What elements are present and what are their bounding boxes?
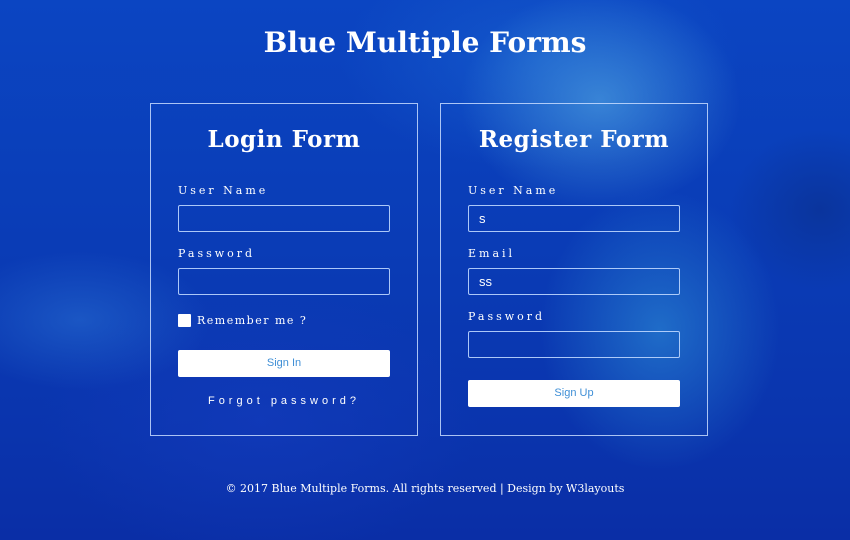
- login-password-input[interactable]: [178, 268, 390, 295]
- login-password-label: Password: [178, 247, 256, 260]
- register-form: Register Form User Name Email Password S…: [440, 103, 708, 436]
- register-username-label: User Name: [468, 184, 559, 197]
- remember-me-label: Remember me ?: [197, 314, 308, 327]
- footer-copyright: © 2017 Blue Multiple Forms. All rights r…: [225, 482, 625, 495]
- sign-in-button[interactable]: Sign In: [178, 350, 390, 377]
- sign-up-button[interactable]: Sign Up: [468, 380, 680, 407]
- register-email-label: Email: [468, 247, 516, 260]
- register-password-input[interactable]: [468, 331, 680, 358]
- login-form: Login Form User Name Password Remember m…: [150, 103, 418, 436]
- register-email-input[interactable]: [468, 268, 680, 295]
- forgot-password-link[interactable]: Forgot password?: [151, 395, 417, 407]
- register-password-label: Password: [468, 310, 546, 323]
- remember-me-row[interactable]: Remember me ?: [178, 314, 307, 327]
- register-username-input[interactable]: [468, 205, 680, 232]
- page-title: Blue Multiple Forms: [263, 26, 587, 59]
- remember-me-checkbox[interactable]: [178, 314, 191, 327]
- login-username-label: User Name: [178, 184, 269, 197]
- login-form-title: Login Form: [207, 126, 361, 153]
- register-form-title: Register Form: [478, 126, 670, 153]
- login-username-input[interactable]: [178, 205, 390, 232]
